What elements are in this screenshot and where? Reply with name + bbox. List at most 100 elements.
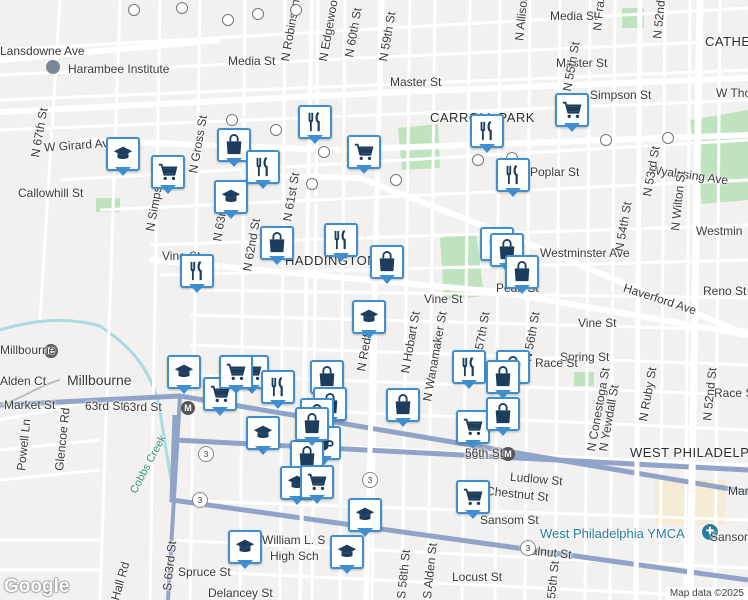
marker-pointer: [361, 330, 377, 339]
restaurant-icon: [180, 254, 214, 288]
restaurant-marker[interactable]: [452, 350, 486, 394]
grocery-icon: [151, 155, 185, 189]
map-canvas[interactable]: CARROLL PARK HADDINGTON WEST PHILADELPHI…: [0, 0, 748, 600]
school-marker[interactable]: [228, 530, 262, 574]
shop-marker[interactable]: [260, 226, 294, 270]
marker-pointer: [395, 418, 411, 427]
poi-label-school[interactable]: William L. S: [262, 533, 325, 547]
marker-pointer: [269, 256, 285, 265]
street-label: Alden Ct: [0, 374, 47, 388]
bus-stop-icon[interactable]: [222, 14, 234, 26]
marker-pointer: [255, 180, 271, 189]
shop-icon: [505, 255, 539, 289]
school-icon: [228, 530, 262, 564]
shop-marker[interactable]: [370, 245, 404, 289]
grocery-marker[interactable]: [456, 410, 490, 454]
bus-stop-icon[interactable]: [600, 134, 612, 146]
metro-station-icon[interactable]: M: [181, 401, 195, 415]
marker-pointer: [189, 284, 205, 293]
street-label: Mark: [728, 484, 748, 498]
restaurant-marker[interactable]: [298, 105, 332, 149]
marker-pointer: [304, 437, 320, 446]
marker-pointer: [465, 510, 481, 519]
school-marker[interactable]: [246, 416, 280, 460]
school-marker[interactable]: [214, 180, 248, 224]
grocery-marker[interactable]: [219, 355, 253, 399]
marker-pointer: [505, 188, 521, 197]
bus-stop-icon[interactable]: [270, 124, 282, 136]
street-label: Sansom St: [710, 530, 748, 544]
street-label: Simpson St: [590, 88, 652, 102]
shop-icon: [386, 388, 420, 422]
grocery-marker[interactable]: [555, 93, 589, 137]
shop-icon: [486, 360, 520, 394]
marker-pointer: [465, 440, 481, 449]
restaurant-marker[interactable]: [180, 254, 214, 298]
bus-stop-icon[interactable]: [176, 2, 188, 14]
restaurant-marker[interactable]: [246, 150, 280, 194]
street-label: Poplar St: [530, 165, 580, 179]
marker-pointer: [514, 285, 530, 294]
shop-marker[interactable]: [295, 407, 329, 451]
marker-pointer: [226, 158, 242, 167]
street-label: Market St: [4, 398, 56, 412]
school-marker[interactable]: [167, 355, 201, 399]
route-shield: 3: [198, 446, 214, 462]
school-icon: [330, 535, 364, 569]
street-label: Reno St: [703, 284, 747, 298]
school-marker[interactable]: [106, 137, 140, 181]
transit-label: Millbourne: [0, 343, 56, 357]
grocery-marker[interactable]: [300, 465, 334, 509]
restaurant-marker[interactable]: [470, 114, 504, 158]
bus-stop-icon[interactable]: [226, 114, 238, 126]
grocery-icon: [456, 410, 490, 444]
bus-stop-icon[interactable]: [128, 4, 140, 16]
street-label: Race St: [714, 386, 748, 400]
grocery-icon: [456, 480, 490, 514]
school-icon: [246, 416, 280, 450]
grocery-icon: [219, 355, 253, 389]
map-attribution[interactable]: Map data ©2025: [665, 587, 748, 600]
marker-pointer: [495, 390, 511, 399]
street-label: 63rd St: [85, 399, 124, 413]
restaurant-icon: [246, 150, 280, 184]
marker-pointer: [309, 495, 325, 504]
restaurant-marker[interactable]: [261, 370, 295, 414]
grocery-marker[interactable]: [347, 135, 381, 179]
school-icon: [106, 137, 140, 171]
shop-marker[interactable]: [486, 360, 520, 404]
shop-marker[interactable]: [386, 388, 420, 432]
shop-marker[interactable]: [505, 255, 539, 299]
school-icon: [352, 300, 386, 334]
grocery-marker[interactable]: [456, 480, 490, 524]
grocery-marker[interactable]: [151, 155, 185, 199]
restaurant-icon: [496, 158, 530, 192]
marker-pointer: [564, 123, 580, 132]
bus-stop-icon[interactable]: [662, 132, 674, 144]
poi-label-school-2[interactable]: High Sch: [270, 549, 319, 563]
transit-label: 63rd St: [123, 400, 162, 414]
metro-station-icon[interactable]: M: [501, 447, 515, 461]
shop-icon: [260, 226, 294, 260]
bus-stop-icon[interactable]: [306, 178, 318, 190]
bus-stop-icon[interactable]: [290, 4, 302, 16]
restaurant-icon: [261, 370, 295, 404]
street-label: Delancey St: [208, 586, 273, 600]
school-marker[interactable]: [330, 535, 364, 579]
restaurant-marker[interactable]: [324, 223, 358, 267]
marker-pointer: [356, 165, 372, 174]
restaurant-marker[interactable]: [496, 158, 530, 202]
grocery-icon: [555, 93, 589, 127]
school-marker[interactable]: [352, 300, 386, 344]
poi-label-harambee[interactable]: Harambee Institute: [68, 62, 169, 76]
school-poi-icon: [46, 60, 60, 74]
marker-pointer: [379, 275, 395, 284]
bus-stop-icon[interactable]: [252, 8, 264, 20]
restaurant-icon: [452, 350, 486, 384]
poi-label-ymca[interactable]: West Philadelphia YMCA: [540, 526, 685, 541]
marker-pointer: [176, 385, 192, 394]
marker-pointer: [228, 385, 244, 394]
bus-stop-icon[interactable]: [390, 174, 402, 186]
route-shield: 3: [520, 540, 536, 556]
school-icon: [348, 498, 382, 532]
